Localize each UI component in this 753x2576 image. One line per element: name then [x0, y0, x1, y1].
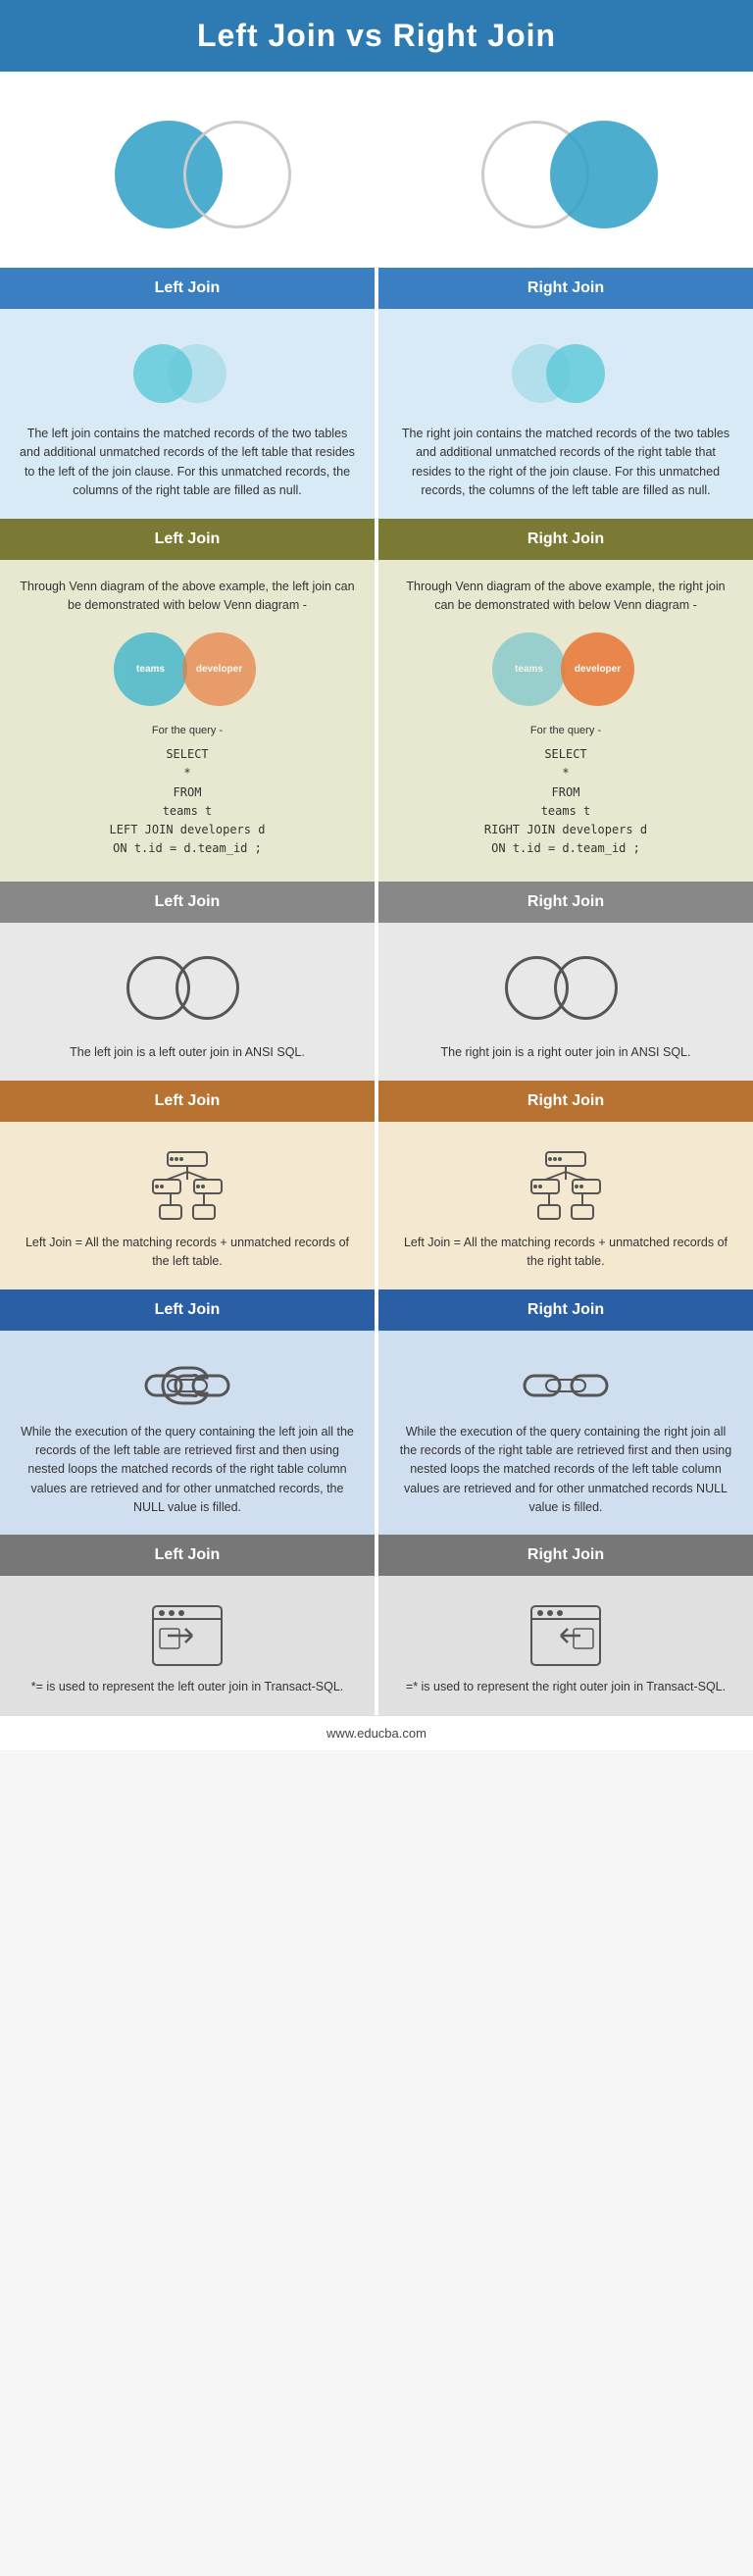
left-venn-right-label: developer — [196, 662, 242, 677]
section5-right-text: While the execution of the query contain… — [398, 1423, 733, 1518]
section5-left-header: Left Join — [0, 1289, 375, 1331]
section4-right-text: Left Join = All the matching records + u… — [398, 1234, 733, 1272]
db-icon-right — [527, 1147, 605, 1226]
section2-right-intro: Through Venn diagram of the above exampl… — [398, 578, 733, 616]
chain-icon-right — [517, 1356, 615, 1415]
section1-right-content: The right join contains the matched reco… — [378, 309, 753, 519]
section3-right-header: Right Join — [378, 882, 753, 923]
page-container: Left Join vs Right Join Left Join Right … — [0, 0, 753, 1750]
section1-right-header: Right Join — [378, 268, 753, 309]
section6-right-header: Right Join — [378, 1535, 753, 1576]
section3-right-text: The right join is a right outer join in … — [398, 1043, 733, 1062]
section3-left-text: The left join is a left outer join in AN… — [20, 1043, 355, 1062]
section2: Left Join Right Join Through Venn diagra… — [0, 519, 753, 883]
section2-right-code: SELECT * FROM teams t RIGHT JOIN develop… — [398, 745, 733, 858]
section6-left-header: Left Join — [0, 1535, 375, 1576]
section3-right-content: The right join is a right outer join in … — [378, 923, 753, 1080]
section1: Left Join Right Join The left join conta… — [0, 268, 753, 519]
section1-content: The left join contains the matched recor… — [0, 309, 753, 519]
db-icon-left — [148, 1147, 226, 1226]
section2-left-code: SELECT * FROM teams t LEFT JOIN develope… — [20, 745, 355, 858]
section6: Left Join Right Join — [0, 1535, 753, 1714]
section3-left-header: Left Join — [0, 882, 375, 923]
section4-header: Left Join Right Join — [0, 1081, 753, 1122]
section1-left-content: The left join contains the matched recor… — [0, 309, 375, 519]
section2-right-header: Right Join — [378, 519, 753, 560]
section2-right-query-label: For the query - — [398, 723, 733, 739]
section5-right-content: While the execution of the query contain… — [378, 1331, 753, 1536]
right-circle-outline — [183, 121, 291, 228]
section2-left-intro: Through Venn diagram of the above exampl… — [20, 578, 355, 616]
footer-url: www.educba.com — [326, 1726, 427, 1741]
section2-left-content: Through Venn diagram of the above exampl… — [0, 560, 375, 883]
section6-left-text: *= is used to represent the left outer j… — [20, 1678, 355, 1696]
section6-left-content: *= is used to represent the left outer j… — [0, 1576, 375, 1714]
page-footer: www.educba.com — [0, 1715, 753, 1750]
page-title: Left Join vs Right Join — [10, 18, 743, 54]
section4-right-content: Left Join = All the matching records + u… — [378, 1122, 753, 1289]
section5-content: While the execution of the query contain… — [0, 1331, 753, 1536]
section1-header: Left Join Right Join — [0, 268, 753, 309]
section5-right-header: Right Join — [378, 1289, 753, 1331]
section5-left-text: While the execution of the query contain… — [20, 1423, 355, 1518]
top-left-join-venn — [56, 101, 330, 248]
section4-right-header: Right Join — [378, 1081, 753, 1122]
section6-right-text: =* is used to represent the right outer … — [398, 1678, 733, 1696]
top-right-join-venn — [423, 101, 697, 248]
page-header: Left Join vs Right Join — [0, 0, 753, 72]
top-venn-area — [0, 72, 753, 268]
sql-icon-left — [148, 1601, 226, 1670]
right-venn-left-label: teams — [515, 662, 543, 677]
section3: Left Join Right Join The left join is a … — [0, 882, 753, 1080]
right-venn-right-label: developer — [575, 662, 621, 677]
section1-right-text: The right join contains the matched reco… — [398, 425, 733, 501]
section5: Left Join Right Join While the execution… — [0, 1289, 753, 1536]
section2-header: Left Join Right Join — [0, 519, 753, 560]
left-venn-left-label: teams — [136, 662, 165, 677]
section3-header: Left Join Right Join — [0, 882, 753, 923]
section2-right-content: Through Venn diagram of the above exampl… — [378, 560, 753, 883]
section6-right-content: =* is used to represent the right outer … — [378, 1576, 753, 1714]
section3-content: The left join is a left outer join in AN… — [0, 923, 753, 1080]
section3-left-content: The left join is a left outer join in AN… — [0, 923, 375, 1080]
chain-icon-left — [138, 1356, 236, 1415]
section5-left-content: While the execution of the query contain… — [0, 1331, 375, 1536]
section6-header: Left Join Right Join — [0, 1535, 753, 1576]
sql-icon-right — [527, 1601, 605, 1670]
section4-left-header: Left Join — [0, 1081, 375, 1122]
section4-left-text: Left Join = All the matching records + u… — [20, 1234, 355, 1272]
section4-left-content: Left Join = All the matching records + u… — [0, 1122, 375, 1289]
section4-content: Left Join = All the matching records + u… — [0, 1122, 753, 1289]
section2-left-query-label: For the query - — [20, 723, 355, 739]
section1-left-header: Left Join — [0, 268, 375, 309]
right-circle-filled — [550, 121, 658, 228]
section2-left-header: Left Join — [0, 519, 375, 560]
section4: Left Join Right Join — [0, 1081, 753, 1289]
section1-left-text: The left join contains the matched recor… — [20, 425, 355, 501]
section5-header: Left Join Right Join — [0, 1289, 753, 1331]
section6-content: *= is used to represent the left outer j… — [0, 1576, 753, 1714]
section2-content: Through Venn diagram of the above exampl… — [0, 560, 753, 883]
